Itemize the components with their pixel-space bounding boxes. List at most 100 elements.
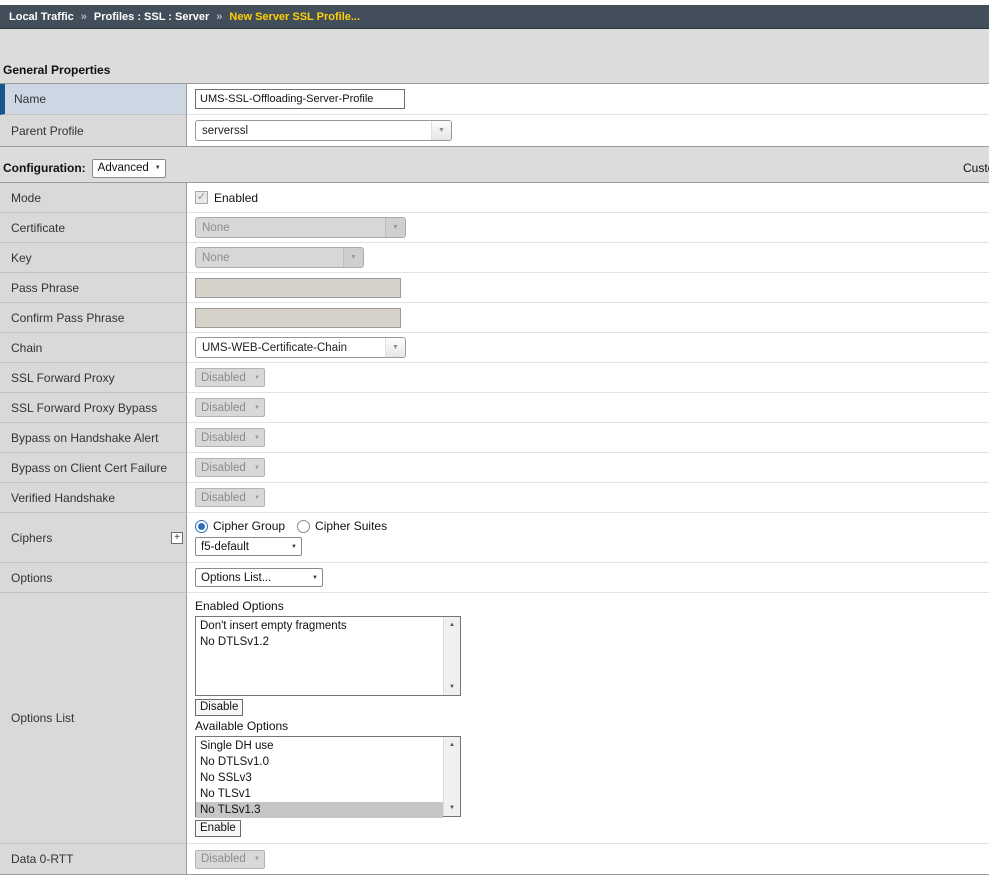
chain-select[interactable]: UMS-WEB-Certificate-Chain ▼ [195,337,406,358]
bypass-on-handshake-alert-label-cell: Bypass on Handshake Alert [0,423,187,453]
ssl-forward-proxy-bypass-select-value: Disabled [201,402,246,414]
bypass-on-client-cert-failure-select-value: Disabled [201,462,246,474]
data-0rtt-select-value: Disabled [201,853,246,865]
parent-profile-select[interactable]: serverssl ▼ [195,120,452,141]
breadcrumb-current-page: New Server SSL Profile... [229,11,360,23]
available-options-items: Single DH use No DTLSv1.0 No SSLv3 No TL… [196,737,443,818]
verified-handshake-select-value: Disabled [201,492,246,504]
ciphers-label: Ciphers [11,531,52,545]
enabled-options-title: Enabled Options [195,599,284,613]
chevron-down-icon: ▼ [155,165,161,171]
options-select-value: Options List... [201,572,271,584]
cipher-suites-radio-label[interactable]: Cipher Suites [315,519,387,533]
ciphers-expand-button[interactable]: + [171,532,183,544]
scroll-down-icon[interactable]: ▼ [444,679,460,695]
chevron-down-icon: ▼ [254,856,260,862]
general-properties-table: Name Parent Profile serverssl ▼ [0,83,989,147]
list-item-selected[interactable]: No TLSv1.3 [196,802,443,818]
ssl-forward-proxy-content-cell: Disabled ▼ [187,363,989,393]
cipher-suites-radio[interactable] [297,520,310,533]
mode-enabled-checkbox: ✓ [195,191,208,204]
scroll-up-icon[interactable]: ▲ [444,737,460,753]
options-select[interactable]: Options List... ▼ [195,568,323,587]
key-content-cell: None ▼ [187,243,989,273]
chevron-down-icon: ▼ [254,465,260,471]
name-input[interactable] [195,89,405,109]
parent-profile-label-cell: Parent Profile [0,115,187,146]
options-label-cell: Options [0,563,187,593]
ssl-forward-proxy-bypass-content-cell: Disabled ▼ [187,393,989,423]
ssl-forward-proxy-bypass-label-cell: SSL Forward Proxy Bypass [0,393,187,423]
parent-profile-content-cell: serverssl ▼ [187,115,989,146]
scroll-up-icon[interactable]: ▲ [444,617,460,633]
chevron-down-icon: ▼ [254,495,260,501]
scroll-down-icon[interactable]: ▼ [444,800,460,816]
ssl-forward-proxy-bypass-row: SSL Forward Proxy Bypass Disabled ▼ [0,393,989,423]
mode-label: Mode [11,191,41,205]
available-options-title: Available Options [195,719,288,733]
certificate-select: None ▼ [195,217,406,238]
chevron-down-icon: ▼ [254,405,260,411]
certificate-row: Certificate None ▼ [0,213,989,243]
bypass-on-handshake-alert-select-value: Disabled [201,432,246,444]
mode-label-cell: Mode [0,183,187,213]
scrollbar[interactable]: ▲ ▼ [443,617,460,695]
enable-button[interactable]: Enable [195,820,241,837]
ciphers-content-cell: Cipher Group Cipher Suites f5-default ▼ [187,513,989,563]
bypass-on-handshake-alert-content-cell: Disabled ▼ [187,423,989,453]
bypass-on-handshake-alert-select: Disabled ▼ [195,428,265,447]
confirm-pass-phrase-label-cell: Confirm Pass Phrase [0,303,187,333]
disable-button[interactable]: Disable [195,699,243,716]
list-item[interactable]: No DTLSv1.2 [196,634,443,650]
verified-handshake-content-cell: Disabled ▼ [187,483,989,513]
key-row: Key None ▼ [0,243,989,273]
scrollbar[interactable]: ▲ ▼ [443,737,460,816]
key-label: Key [11,251,32,265]
general-properties-title: General Properties [3,63,989,77]
ssl-forward-proxy-row: SSL Forward Proxy Disabled ▼ [0,363,989,393]
ssl-forward-proxy-label: SSL Forward Proxy [11,371,115,385]
chain-label: Chain [11,341,42,355]
chevron-down-icon: ▼ [291,544,297,550]
data-0rtt-content-cell: Disabled ▼ [187,844,989,874]
list-item[interactable]: Don't insert empty fragments [196,618,443,634]
cipher-group-radio[interactable] [195,520,208,533]
mode-row: Mode ✓ Enabled [0,183,989,213]
verified-handshake-label: Verified Handshake [11,491,115,505]
confirm-pass-phrase-input [195,308,401,328]
chain-select-value: UMS-WEB-Certificate-Chain [196,342,385,354]
ciphers-select[interactable]: f5-default ▼ [195,537,302,556]
available-options-listbox[interactable]: Single DH use No DTLSv1.0 No SSLv3 No TL… [195,736,461,817]
ciphers-select-value: f5-default [201,541,249,553]
bypass-on-client-cert-failure-select: Disabled ▼ [195,458,265,477]
data-0rtt-row: Data 0-RTT Disabled ▼ [0,844,989,874]
configuration-level-select[interactable]: Advanced ▼ [92,159,166,178]
data-0rtt-label-cell: Data 0-RTT [0,844,187,874]
cipher-group-radio-label[interactable]: Cipher Group [213,519,285,533]
bypass-on-client-cert-failure-row: Bypass on Client Cert Failure Disabled ▼ [0,453,989,483]
enabled-options-listbox[interactable]: Don't insert empty fragments No DTLSv1.2… [195,616,461,696]
list-item[interactable]: No TLSv1 [196,786,443,802]
custom-column-label: Custom [963,161,989,175]
key-label-cell: Key [0,243,187,273]
list-item[interactable]: No DTLSv1.0 [196,754,443,770]
parent-profile-row: Parent Profile serverssl ▼ [0,115,989,146]
breadcrumb-profiles-ssl-server[interactable]: Profiles : SSL : Server [94,11,209,23]
list-item[interactable]: No SSLv3 [196,770,443,786]
chevron-down-icon: ▼ [343,248,363,267]
list-item[interactable]: Single DH use [196,738,443,754]
certificate-label-cell: Certificate [0,213,187,243]
pass-phrase-content-cell [187,273,989,303]
options-content-cell: Options List... ▼ [187,563,989,593]
ciphers-row: Ciphers + Cipher Group Cipher Suites f5-… [0,513,989,563]
parent-profile-label: Parent Profile [11,124,84,138]
data-0rtt-label: Data 0-RTT [11,852,73,866]
breadcrumb-local-traffic[interactable]: Local Traffic [9,11,74,23]
pass-phrase-label: Pass Phrase [11,281,79,295]
confirm-pass-phrase-label: Confirm Pass Phrase [11,311,124,325]
verified-handshake-label-cell: Verified Handshake [0,483,187,513]
breadcrumb-separator-icon: » [81,11,87,23]
ssl-forward-proxy-bypass-label: SSL Forward Proxy Bypass [11,401,157,415]
ssl-forward-proxy-bypass-select: Disabled ▼ [195,398,265,417]
options-label: Options [11,571,52,585]
